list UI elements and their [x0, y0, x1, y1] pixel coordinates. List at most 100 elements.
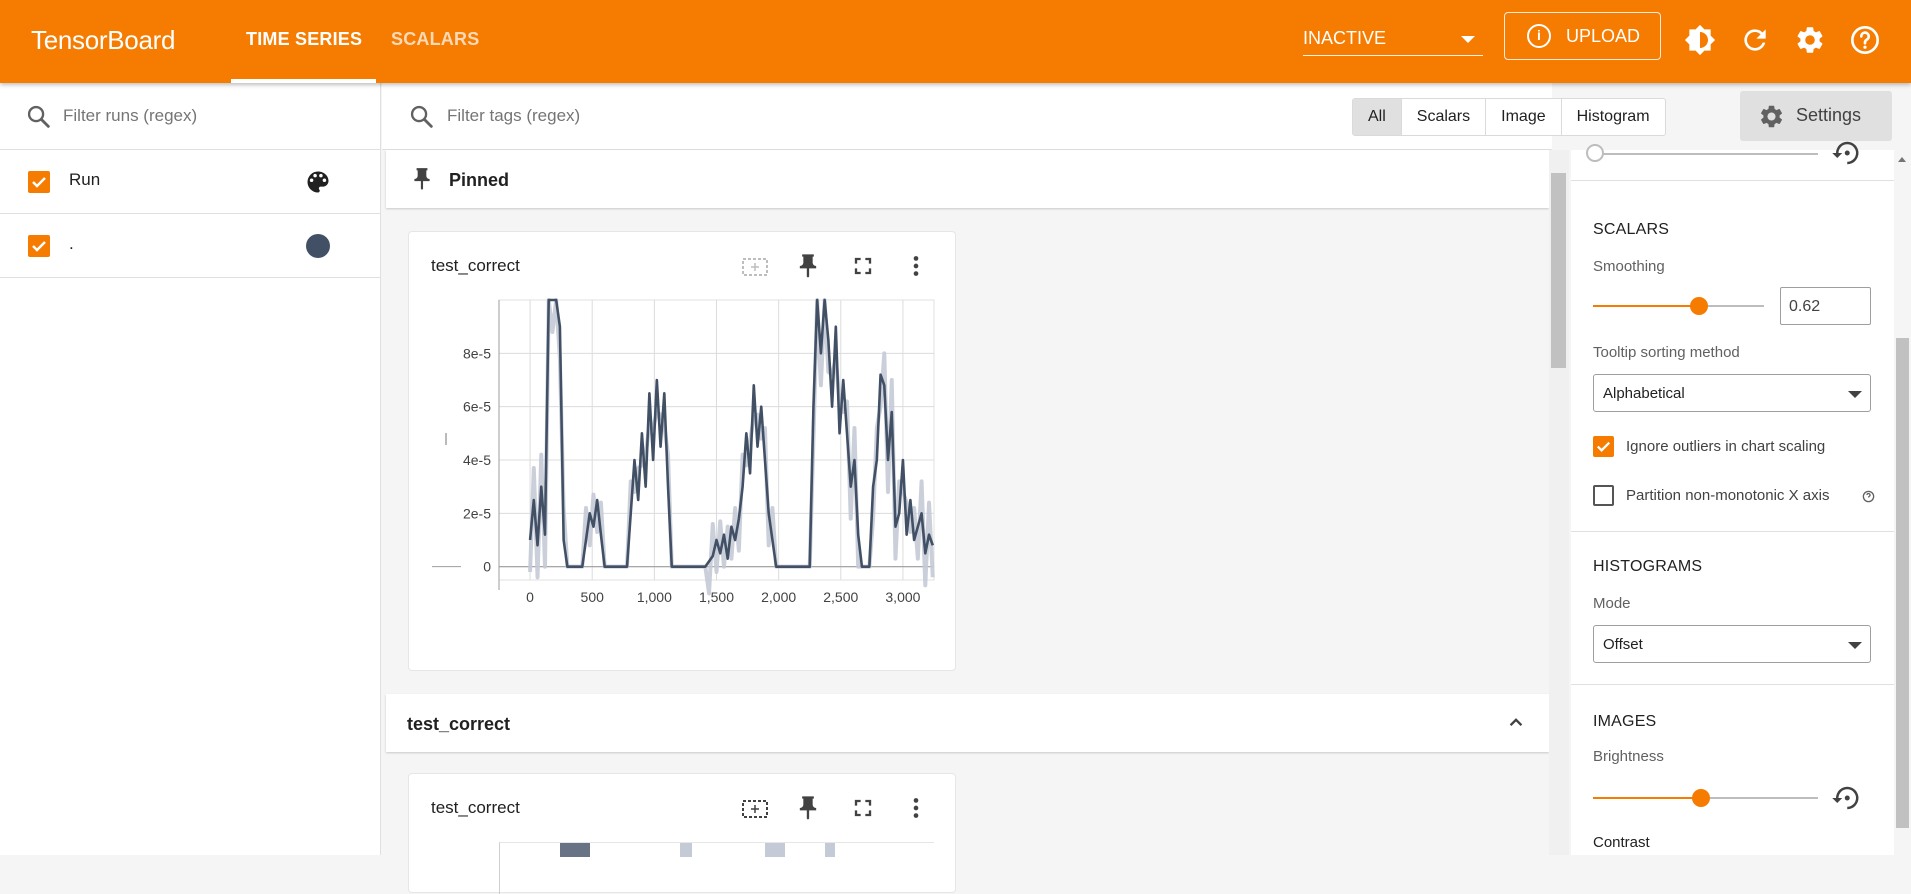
group-title: test_correct — [407, 714, 511, 734]
smoothing-input[interactable]: 0.62 — [1780, 287, 1871, 325]
partition-x-label: Partition non-monotonic X axis — [1626, 487, 1830, 504]
settings-scrollbar-thumb[interactable] — [1896, 338, 1909, 828]
top-app-bar: TensorBoard TIME SERIES SCALARS INACTIVE… — [0, 0, 1911, 83]
search-icon — [410, 105, 433, 128]
app-title: TensorBoard — [31, 25, 176, 55]
more-vert-icon[interactable] — [902, 252, 930, 280]
palette-icon[interactable] — [304, 168, 332, 196]
settings-button[interactable]: Settings — [1740, 91, 1892, 141]
card-title: test_correct — [431, 256, 520, 275]
scroll-up-arrow-icon[interactable] — [1896, 154, 1908, 164]
upload-button[interactable]: i UPLOAD — [1504, 12, 1661, 60]
type-filter-group: All Scalars Image Histogram — [1352, 98, 1666, 136]
top-slider-knob[interactable] — [1586, 144, 1604, 162]
x-tick-label: 1,000 — [637, 589, 672, 605]
gear-icon — [1760, 105, 1783, 128]
chart-preview — [499, 842, 934, 894]
fit-domain-icon[interactable] — [740, 252, 770, 282]
reset-icon[interactable] — [1831, 138, 1861, 168]
x-tick-label: 500 — [581, 589, 605, 605]
run-color-swatch[interactable] — [306, 234, 330, 258]
help-icon[interactable] — [1862, 490, 1875, 503]
x-tick-label: 0 — [526, 589, 534, 605]
filter-image-button[interactable]: Image — [1486, 99, 1562, 135]
run-name: . — [69, 234, 74, 253]
brightness-contrast-icon[interactable] — [1684, 24, 1716, 56]
run-checkbox[interactable] — [28, 171, 50, 193]
gear-icon[interactable] — [1794, 24, 1826, 56]
check-icon — [32, 241, 46, 252]
fit-domain-icon[interactable] — [740, 794, 770, 824]
pinned-label: Pinned — [449, 170, 510, 190]
top-slider-track[interactable] — [1593, 153, 1818, 155]
scalar-card: test_correct — [408, 773, 956, 894]
x-tick-label: 1,500 — [699, 589, 734, 605]
smoothing-slider-fill — [1593, 305, 1699, 307]
x-tick-label: 2,500 — [823, 589, 858, 605]
brightness-slider-knob[interactable] — [1692, 789, 1710, 807]
chevron-down-icon — [1848, 642, 1862, 649]
main-content: Filter tags (regex) All Scalars Image Hi… — [382, 83, 1892, 894]
pin-icon — [414, 168, 430, 190]
pin-icon[interactable] — [794, 252, 822, 280]
scalar-card: test_correct 0 2e-5 4e-5 6e-5 8e-5 0 500 1,000 1… — [408, 231, 956, 671]
main-scrollbar-thumb[interactable] — [1551, 173, 1566, 368]
y-tick-label: 8e-5 — [463, 345, 491, 361]
refresh-icon[interactable] — [1739, 24, 1771, 56]
more-vert-icon[interactable] — [902, 794, 930, 822]
filter-all-button[interactable]: All — [1353, 99, 1402, 135]
settings-label: Settings — [1796, 105, 1862, 125]
help-icon[interactable] — [1849, 24, 1881, 56]
reset-icon[interactable] — [1831, 783, 1861, 813]
check-icon — [1596, 441, 1611, 452]
tag-filter-input[interactable]: Filter tags (regex) — [447, 106, 580, 126]
runs-panel: Filter runs (regex) Run . — [0, 83, 381, 855]
run-row[interactable]: Run — [0, 150, 381, 214]
runs-filter-placeholder: Filter runs (regex) — [63, 106, 198, 125]
line-chart[interactable]: 0 2e-5 4e-5 6e-5 8e-5 0 500 1,000 1,500 2,000 2,50… — [409, 290, 955, 630]
tag-group-header[interactable]: test_correct — [386, 694, 1549, 752]
divider — [1571, 180, 1896, 181]
tab-scalars[interactable]: SCALARS — [391, 29, 479, 50]
fullscreen-icon[interactable] — [849, 252, 877, 280]
brightness-slider-fill — [1593, 797, 1701, 799]
y-tick-label: 4e-5 — [463, 452, 491, 468]
histogram-mode-label: Mode — [1593, 595, 1631, 612]
search-icon — [27, 105, 50, 128]
scalars-section-title: SCALARS — [1593, 221, 1670, 238]
partition-x-checkbox[interactable] — [1593, 485, 1614, 506]
upload-label: UPLOAD — [1566, 26, 1641, 46]
card-title: test_correct — [431, 798, 520, 817]
histogram-mode-value: Offset — [1603, 636, 1643, 653]
chevron-down-icon — [1461, 36, 1475, 43]
divider — [1571, 684, 1896, 685]
pin-icon[interactable] — [794, 794, 822, 822]
x-tick-label: 3,000 — [885, 589, 920, 605]
settings-panel: SCALARS Smoothing 0.62 Tooltip sorting m… — [1571, 141, 1896, 855]
chevron-down-icon — [1848, 391, 1862, 398]
ignore-outliers-checkbox[interactable] — [1593, 436, 1614, 457]
tab-time-series[interactable]: TIME SERIES — [246, 29, 362, 50]
chevron-up-icon[interactable] — [1503, 710, 1529, 736]
divider — [1571, 531, 1896, 532]
images-section-title: IMAGES — [1593, 713, 1657, 730]
run-checkbox[interactable] — [28, 235, 50, 257]
filter-histogram-button[interactable]: Histogram — [1562, 99, 1665, 135]
tooltip-sort-label: Tooltip sorting method — [1593, 344, 1740, 361]
run-row[interactable]: . — [0, 214, 381, 278]
pinned-section-header: Pinned — [386, 150, 1549, 208]
histograms-section-title: HISTOGRAMS — [1593, 558, 1703, 575]
ignore-outliers-label: Ignore outliers in chart scaling — [1626, 438, 1826, 455]
smoothing-value: 0.62 — [1789, 298, 1821, 315]
check-icon — [32, 177, 46, 188]
filter-scalars-button[interactable]: Scalars — [1402, 99, 1487, 135]
fullscreen-icon[interactable] — [849, 794, 877, 822]
y-tick-label: 0 — [483, 559, 491, 575]
plugin-status-select[interactable]: INACTIVE — [1303, 22, 1483, 56]
status-value: INACTIVE — [1303, 28, 1387, 48]
active-tab-indicator — [231, 79, 376, 83]
histogram-mode-select[interactable]: Offset — [1593, 625, 1871, 663]
runs-filter[interactable]: Filter runs (regex) — [0, 83, 381, 150]
smoothing-slider-knob[interactable] — [1690, 297, 1708, 315]
tooltip-sort-select[interactable]: Alphabetical — [1593, 374, 1871, 412]
